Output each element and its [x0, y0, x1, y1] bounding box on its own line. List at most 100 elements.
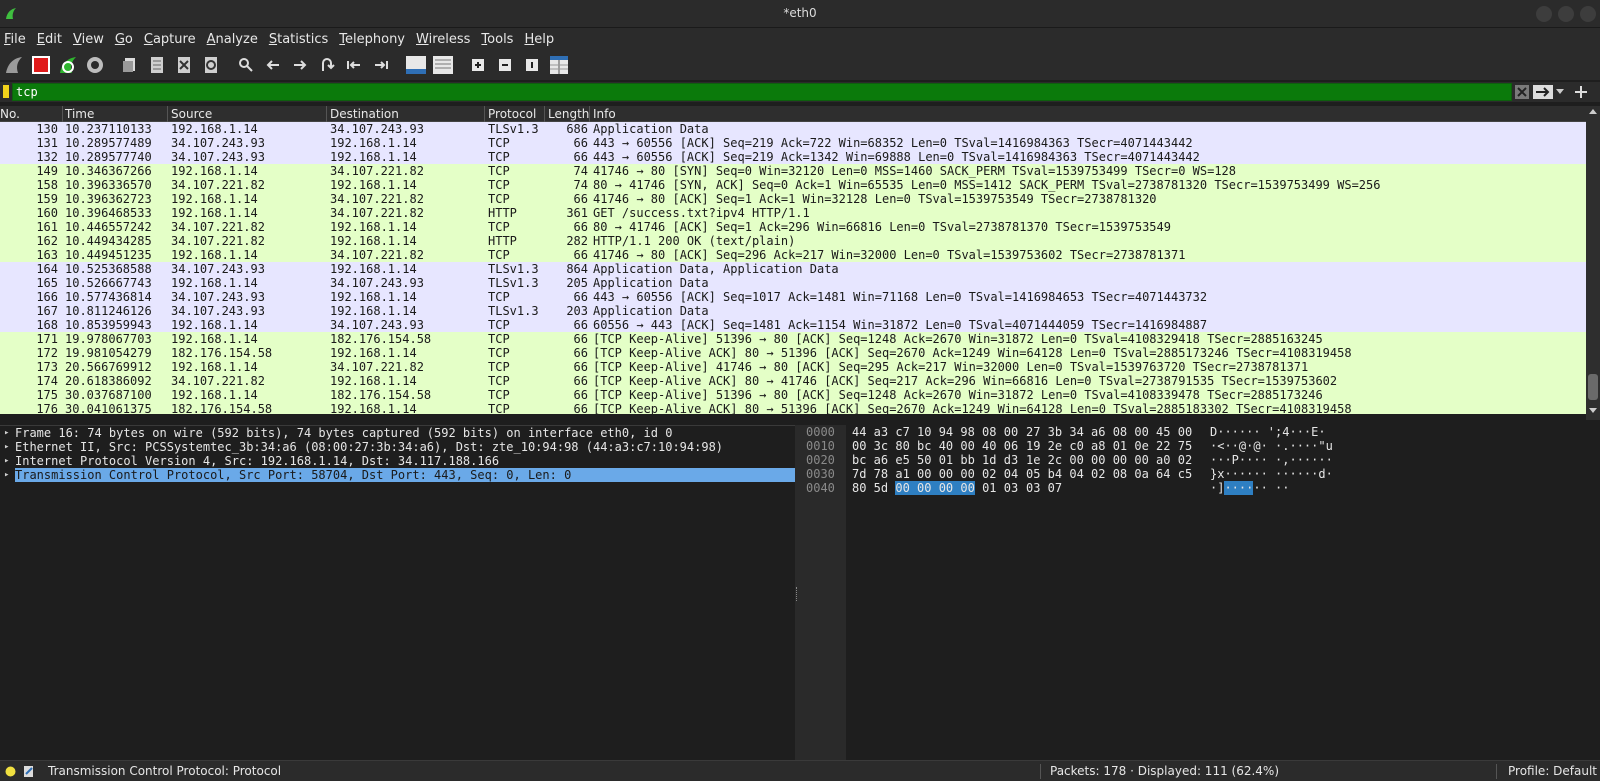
packet-row[interactable]: 165 10.526667743 192.168.1.14 34.107.243.93…: [0, 276, 1586, 290]
packet-row[interactable]: 149 10.346367266 192.168.1.14 34.107.221.82…: [0, 164, 1586, 178]
scrollbar-thumb[interactable]: [1588, 374, 1598, 400]
hex-bytes-left[interactable]: 00 3c 80 bc 40 00 40 06: [852, 439, 1018, 453]
menu-go[interactable]: Go: [115, 32, 133, 47]
filter-bookmark-icon[interactable]: [3, 85, 9, 98]
packet-row[interactable]: 172 19.981054279 182.176.154.58 192.168.1.1…: [0, 346, 1586, 360]
scroll-down-icon[interactable]: [1589, 408, 1597, 414]
packet-row[interactable]: 164 10.525368588 34.107.243.93 192.168.1.14…: [0, 262, 1586, 276]
expert-info-icon[interactable]: [5, 766, 16, 777]
open-file-button[interactable]: [119, 54, 141, 76]
packet-row[interactable]: 168 10.853959943 192.168.1.14 34.107.243.93…: [0, 318, 1586, 332]
restart-capture-button[interactable]: [57, 54, 79, 76]
packet-row[interactable]: 171 19.978067703 192.168.1.14 182.176.154.5…: [0, 332, 1586, 346]
column-header-no[interactable]: No.: [0, 106, 20, 122]
detail-tree-item[interactable]: ▸ Transmission Control Protocol, Src Port…: [0, 468, 795, 482]
expand-arrow-icon[interactable]: ▸: [4, 454, 9, 468]
packet-row[interactable]: 167 10.811246126 34.107.243.93 192.168.1.14…: [0, 304, 1586, 318]
detail-tree-item[interactable]: ▸ Ethernet II, Src: PCSSystemtec_3b:34:a6…: [0, 440, 795, 454]
go-to-packet-button[interactable]: [316, 54, 338, 76]
capture-options-button[interactable]: [84, 54, 106, 76]
menu-edit[interactable]: Edit: [37, 32, 62, 47]
ascii-dump[interactable]: ···P···· ·,······: [1210, 453, 1333, 467]
go-first-button[interactable]: [343, 54, 365, 76]
hex-bytes-left[interactable]: 7d 78 a1 00 00 00 02 04: [852, 467, 1018, 481]
go-forward-button[interactable]: [289, 54, 311, 76]
stop-capture-button[interactable]: [30, 54, 52, 76]
packet-row[interactable]: 131 10.289577489 34.107.243.93 192.168.1.14…: [0, 136, 1586, 150]
filter-dropdown-icon[interactable]: [1556, 89, 1564, 95]
detail-tree-item[interactable]: ▸ Frame 16: 74 bytes on wire (592 bits), …: [0, 426, 795, 440]
column-header-source[interactable]: Source: [171, 106, 212, 122]
column-header-length[interactable]: Length: [548, 106, 589, 122]
ascii-dump[interactable]: ·]······ ··: [1210, 481, 1289, 495]
close-window-button[interactable]: [1580, 6, 1596, 22]
packet-row[interactable]: 162 10.449434285 34.107.221.82 192.168.1.14…: [0, 234, 1586, 248]
packet-row[interactable]: 174 20.618386092 34.107.221.82 192.168.1.14…: [0, 374, 1586, 388]
add-filter-button-icon[interactable]: [1574, 85, 1588, 99]
packet-row[interactable]: 130 10.237110133 192.168.1.14 34.107.243.93…: [0, 122, 1586, 136]
hex-bytes-right[interactable]: 27 3b 34 a6 08 00 45 00: [1026, 425, 1192, 439]
highlighted-ascii[interactable]: ····: [1224, 481, 1254, 495]
hex-bytes-right[interactable]: 05 b4 04 02 08 0a 64 c5: [1026, 467, 1192, 481]
profile-status[interactable]: Profile: Default: [1508, 764, 1597, 778]
packet-row[interactable]: 160 10.396468533 192.168.1.14 34.107.221.82…: [0, 206, 1586, 220]
packet-row[interactable]: 132 10.289577740 34.107.243.93 192.168.1.14…: [0, 150, 1586, 164]
save-file-button[interactable]: [146, 54, 168, 76]
colorize-button[interactable]: [432, 54, 454, 76]
menu-analyze[interactable]: Analyze: [207, 32, 258, 47]
menu-wireless[interactable]: Wireless: [416, 32, 470, 47]
expand-arrow-icon[interactable]: ▸: [4, 440, 9, 454]
hex-bytes-right[interactable]: 19 2e c0 a8 01 0e 22 75: [1026, 439, 1192, 453]
normal-size-button[interactable]: [521, 54, 543, 76]
maximize-button[interactable]: [1558, 6, 1574, 22]
column-header-protocol[interactable]: Protocol: [488, 106, 536, 122]
expand-arrow-icon[interactable]: ▸: [4, 426, 9, 440]
packet-row[interactable]: 166 10.577436814 34.107.243.93 192.168.1.14…: [0, 290, 1586, 304]
ascii-dump[interactable]: D······ ';4···E·: [1210, 425, 1326, 439]
autoscroll-button[interactable]: [405, 54, 427, 76]
hex-bytes-left[interactable]: bc a6 e5 50 01 bb 1d d3: [852, 453, 1018, 467]
hex-bytes-right[interactable]: 03 07: [1026, 481, 1062, 495]
detail-tree-item[interactable]: ▸ Internet Protocol Version 4, Src: 192.1…: [0, 454, 795, 468]
column-header-time[interactable]: Time: [65, 106, 94, 122]
menu-telephony[interactable]: Telephony: [339, 32, 405, 47]
hex-bytes-right[interactable]: 1e 2c 00 00 00 00 a0 02: [1026, 453, 1192, 467]
scroll-up-icon[interactable]: [1589, 109, 1597, 115]
menu-help[interactable]: Help: [524, 32, 554, 47]
ascii-dump[interactable]: ·<··@·@· ·.····"u: [1210, 439, 1333, 453]
packet-list-scrollbar[interactable]: [1586, 106, 1600, 420]
menu-capture[interactable]: Capture: [144, 32, 196, 47]
menu-view[interactable]: View: [73, 32, 104, 47]
find-packet-button[interactable]: [235, 54, 257, 76]
column-header-info[interactable]: Info: [593, 106, 616, 122]
hex-bytes-left[interactable]: 44 a3 c7 10 94 98 08 00: [852, 425, 1018, 439]
menu-tools[interactable]: Tools: [481, 32, 513, 47]
highlighted-bytes[interactable]: 00 00 00 00: [895, 481, 975, 495]
minimize-button[interactable]: [1536, 6, 1552, 22]
expand-arrow-icon[interactable]: ▸: [4, 468, 9, 482]
packet-row[interactable]: 176 30.041061375 182.176.154.58 192.168.1.1…: [0, 402, 1586, 414]
packet-row[interactable]: 159 10.396362723 192.168.1.14 34.107.221.82…: [0, 192, 1586, 206]
packet-row[interactable]: 175 30.037687100 192.168.1.14 182.176.154.5…: [0, 388, 1586, 402]
packet-row[interactable]: 158 10.396336570 34.107.221.82 192.168.1.14…: [0, 178, 1586, 192]
apply-filter-icon[interactable]: [1533, 85, 1553, 99]
start-capture-button[interactable]: [3, 54, 25, 76]
resize-columns-button[interactable]: [548, 54, 570, 76]
clear-filter-icon[interactable]: [1515, 85, 1529, 99]
display-filter-input[interactable]: tcp: [12, 83, 1512, 101]
packet-row[interactable]: 163 10.449451235 192.168.1.14 34.107.221.82…: [0, 248, 1586, 262]
go-back-button[interactable]: [262, 54, 284, 76]
go-last-button[interactable]: [370, 54, 392, 76]
hex-bytes-left[interactable]: 80 5d 00 00 00 00 01 03: [852, 481, 1018, 495]
menu-statistics[interactable]: Statistics: [269, 32, 328, 47]
close-file-button[interactable]: [173, 54, 195, 76]
reload-file-button[interactable]: [200, 54, 222, 76]
ascii-dump[interactable]: }x······ ······d·: [1210, 467, 1333, 481]
capture-comment-icon[interactable]: [23, 765, 35, 778]
packet-row[interactable]: 161 10.446557242 34.107.221.82 192.168.1.14…: [0, 220, 1586, 234]
zoom-out-button[interactable]: [494, 54, 516, 76]
zoom-in-button[interactable]: [467, 54, 489, 76]
packet-row[interactable]: 173 20.566769912 192.168.1.14 34.107.221.82…: [0, 360, 1586, 374]
column-header-destination[interactable]: Destination: [330, 106, 399, 122]
menu-file[interactable]: File: [4, 32, 26, 47]
